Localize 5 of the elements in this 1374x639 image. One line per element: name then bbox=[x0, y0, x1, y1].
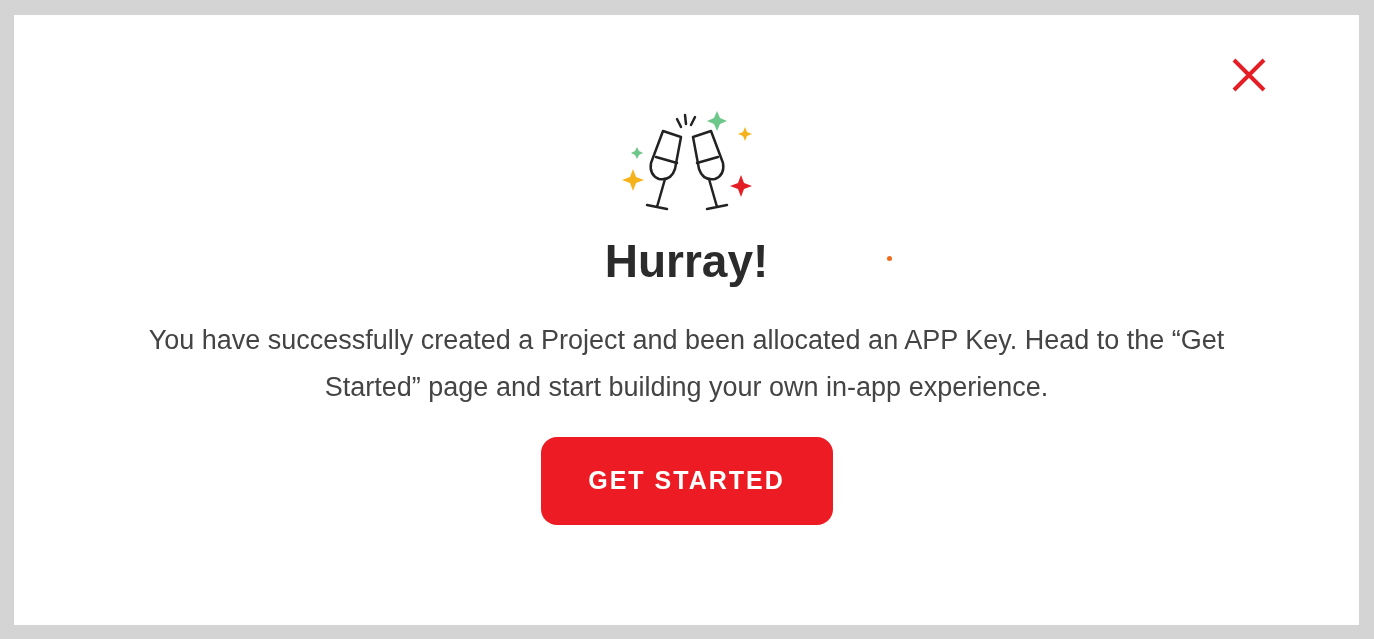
close-icon bbox=[1231, 57, 1267, 93]
dialog-message: You have successfully created a Project and been allocated an APP Key. Head to the “Get Started” page and start building your own in-app experience. bbox=[147, 324, 1226, 404]
get-started-button[interactable]: GET STARTED bbox=[540, 437, 833, 525]
close-button[interactable] bbox=[1231, 57, 1267, 93]
dialog-title: Hurray! bbox=[604, 234, 769, 289]
